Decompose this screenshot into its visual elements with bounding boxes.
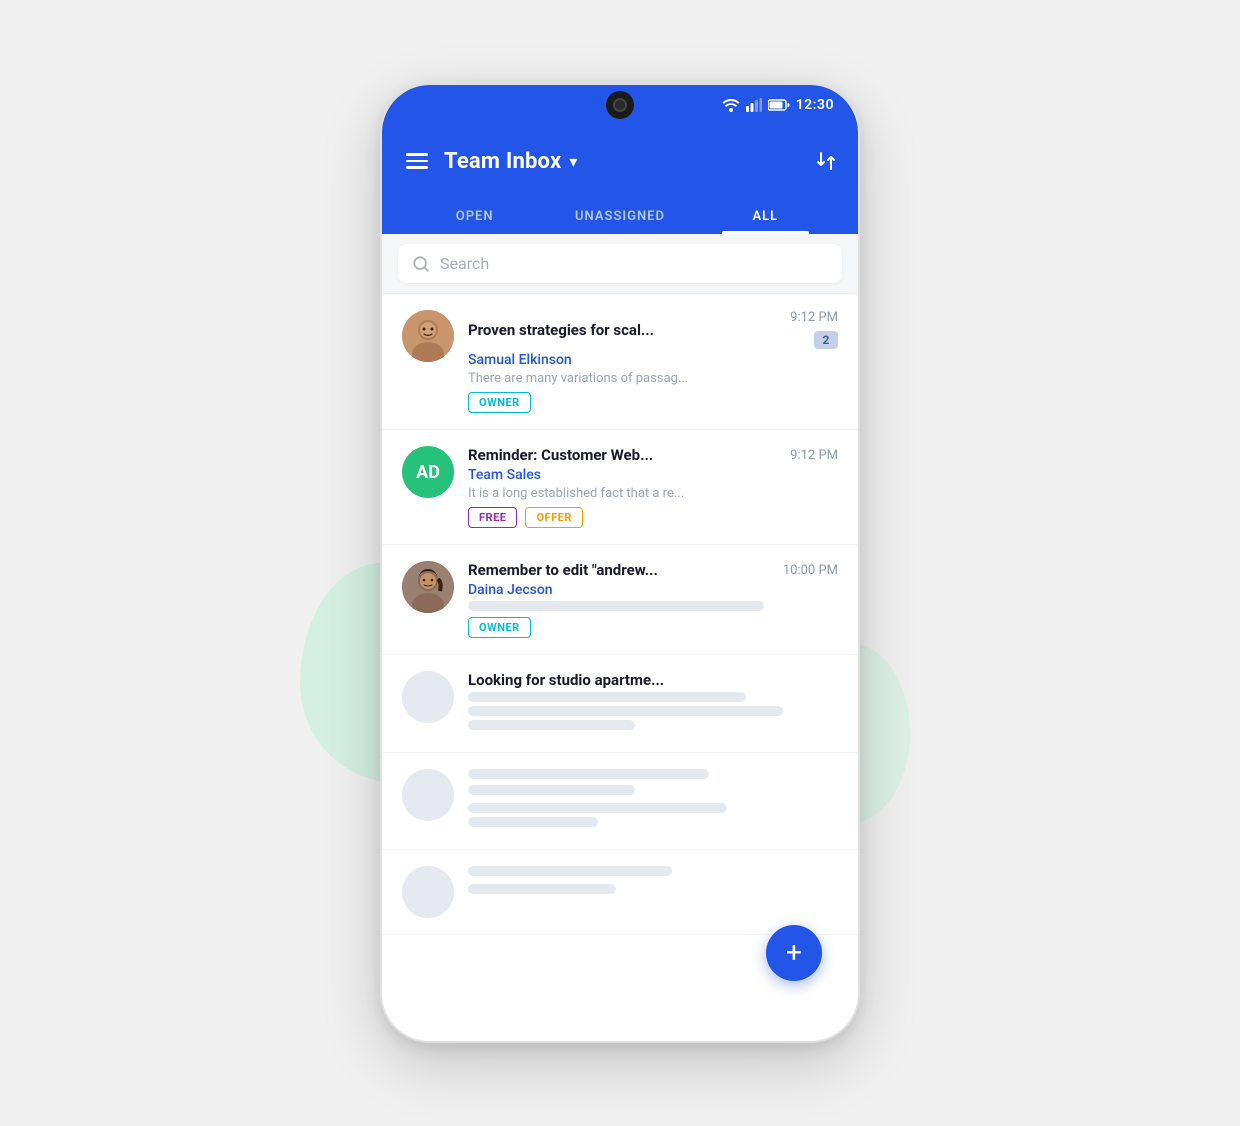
item-subject-3: Remember to edit "andrew... — [468, 561, 658, 579]
avatar-ad: AD — [402, 446, 454, 498]
item-sender-1: Samual Elkinson — [468, 352, 838, 368]
camera-notch — [606, 91, 634, 119]
item-subject-1: Proven strategies for scal... — [468, 321, 654, 339]
phone-frame: 12:30 Team Inbox ▾ — [380, 83, 860, 1043]
avatar-skeleton-5 — [402, 769, 454, 821]
wifi-icon — [722, 98, 740, 112]
avatar-daina — [402, 561, 454, 613]
skeleton-line-4c — [468, 720, 635, 730]
menu-line-1 — [406, 153, 428, 156]
status-icons: 12:30 — [722, 97, 834, 113]
phone-wrapper: 12:30 Team Inbox ▾ — [380, 83, 860, 1043]
skeleton-line-5b — [468, 785, 635, 795]
item-content-3: Remember to edit "andrew... 10:00 PM Dai… — [468, 561, 838, 638]
tabs-bar: OPEN UNASSIGNED ALL — [382, 197, 858, 234]
skeleton-line-6a — [468, 866, 672, 876]
item-badge-1: 2 — [814, 331, 838, 349]
avatar-skeleton-6 — [402, 866, 454, 918]
search-container: Search — [382, 234, 858, 294]
item-header-right-1: 9:12 PM 2 — [790, 310, 838, 349]
menu-icon[interactable] — [402, 149, 432, 173]
item-tags-2: FREE OFFER — [468, 507, 838, 528]
item-content-2: Reminder: Customer Web... 9:12 PM Team S… — [468, 446, 838, 528]
inbox-item-2[interactable]: AD Reminder: Customer Web... 9:12 PM Tea… — [382, 430, 858, 545]
item-content-5 — [468, 769, 838, 833]
item-header-1: Proven strategies for scal... 9:12 PM 2 — [468, 310, 838, 349]
app-title-container: Team Inbox ▾ — [444, 149, 802, 174]
status-bar: 12:30 — [382, 85, 858, 125]
item-tags-1: OWNER — [468, 392, 838, 413]
avatar-skeleton-4 — [402, 671, 454, 723]
menu-line-3 — [406, 166, 428, 169]
skeleton-line-3a — [468, 601, 764, 611]
camera-lens — [613, 98, 627, 112]
avatar-samual — [402, 310, 454, 362]
search-box[interactable]: Search — [398, 244, 842, 283]
item-preview-2: It is a long established fact that a re.… — [468, 486, 838, 501]
tab-unassigned[interactable]: UNASSIGNED — [547, 197, 692, 234]
item-subject-4: Looking for studio apartme... — [468, 671, 664, 689]
search-input[interactable]: Search — [440, 254, 489, 273]
fab-button[interactable]: + — [766, 925, 822, 981]
skeleton-line-4a — [468, 692, 746, 702]
inbox-item-4[interactable]: Looking for studio apartme... — [382, 655, 858, 753]
tag-free-2: FREE — [468, 507, 517, 528]
app-bar: Team Inbox ▾ — [382, 125, 858, 197]
phone-content: 12:30 Team Inbox ▾ — [382, 85, 858, 1041]
inbox-item-3[interactable]: Remember to edit "andrew... 10:00 PM Dai… — [382, 545, 858, 655]
item-content-4: Looking for studio apartme... — [468, 671, 838, 736]
inbox-item-5[interactable] — [382, 753, 858, 850]
skeleton-line-6b — [468, 884, 616, 894]
dropdown-arrow-icon[interactable]: ▾ — [569, 152, 577, 171]
search-icon — [412, 255, 430, 273]
skeleton-line-5d — [468, 817, 598, 827]
item-header-3: Remember to edit "andrew... 10:00 PM — [468, 561, 838, 579]
item-preview-lines-4 — [468, 692, 838, 730]
item-sender-2: Team Sales — [468, 467, 838, 483]
skeleton-line-5c — [468, 803, 727, 813]
item-tags-3: OWNER — [468, 617, 838, 638]
item-preview-lines-6 — [468, 866, 838, 894]
battery-icon — [768, 99, 790, 111]
item-preview-lines-5 — [468, 769, 838, 827]
app-title: Team Inbox — [444, 149, 561, 174]
item-preview-lines-3 — [468, 601, 838, 611]
fab-plus-icon: + — [786, 939, 802, 967]
signal-icon — [746, 98, 762, 112]
sort-icon[interactable] — [814, 149, 838, 173]
inbox-item-6[interactable] — [382, 850, 858, 935]
tag-owner-3: OWNER — [468, 617, 531, 638]
menu-line-2 — [406, 160, 428, 163]
item-time-3: 10:00 PM — [783, 563, 838, 578]
item-header-2: Reminder: Customer Web... 9:12 PM — [468, 446, 838, 464]
item-header-4: Looking for studio apartme... — [468, 671, 838, 689]
tag-owner-1: OWNER — [468, 392, 531, 413]
item-time-2: 9:12 PM — [790, 448, 838, 463]
item-subject-2: Reminder: Customer Web... — [468, 446, 653, 464]
tab-all[interactable]: ALL — [693, 197, 838, 234]
tag-offer-2: OFFER — [525, 507, 582, 528]
item-sender-3: Daina Jecson — [468, 582, 838, 598]
skeleton-line-5a — [468, 769, 709, 779]
item-time-1: 9:12 PM — [790, 310, 838, 325]
skeleton-line-4b — [468, 706, 783, 716]
inbox-item-1[interactable]: Proven strategies for scal... 9:12 PM 2 … — [382, 294, 858, 430]
status-time: 12:30 — [796, 97, 834, 113]
item-content-1: Proven strategies for scal... 9:12 PM 2 … — [468, 310, 838, 413]
item-preview-1: There are many variations of passag... — [468, 371, 838, 386]
tab-open[interactable]: OPEN — [402, 197, 547, 234]
item-content-6 — [468, 866, 838, 900]
